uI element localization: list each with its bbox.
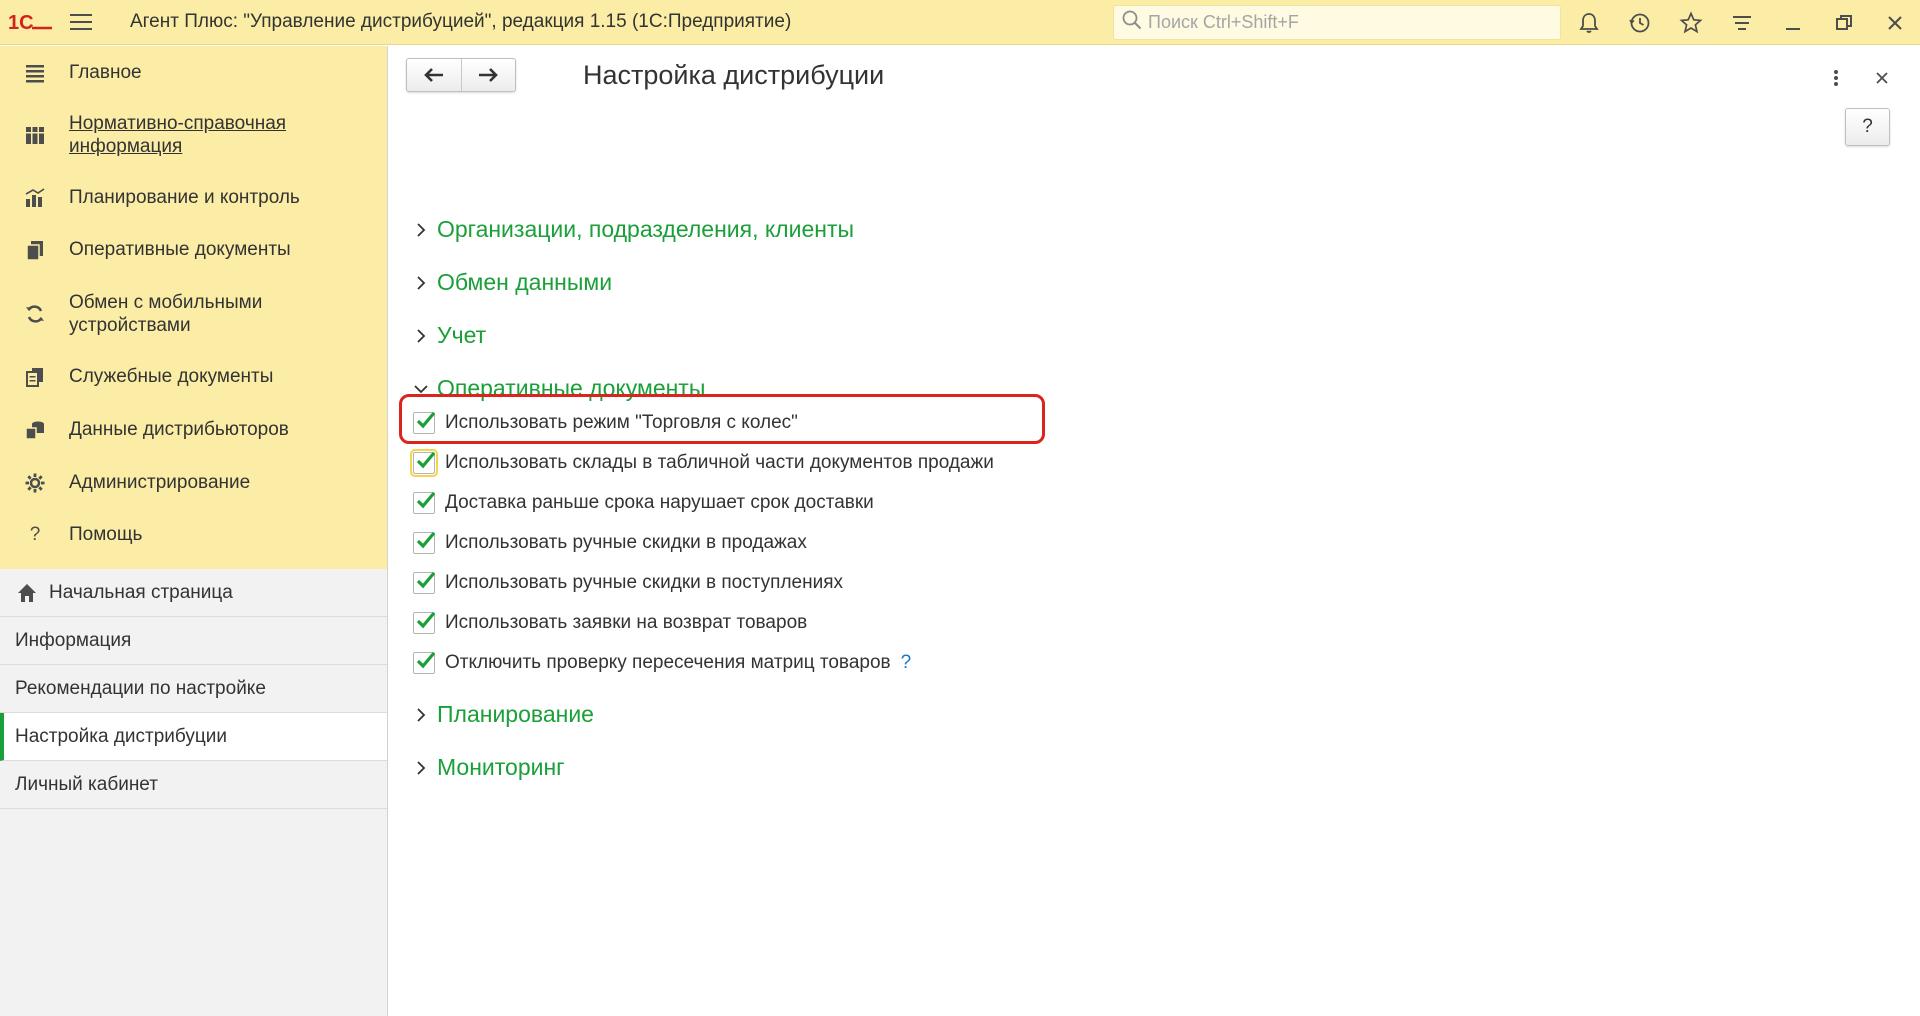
sections-menu: Главное Нормативно-справочная информация… [0, 46, 387, 569]
main-menu-icon[interactable] [62, 0, 100, 45]
sidebar-item-operational-documents[interactable]: Оперативные документы [0, 223, 387, 276]
distributor-data-icon [22, 417, 48, 443]
open-page-distribution-settings[interactable]: Настройка дистрибуции [0, 713, 387, 761]
checkbox[interactable] [413, 651, 436, 674]
sidebar-item-planning[interactable]: Планирование и контроль [0, 172, 387, 223]
section-operational-documents[interactable]: Оперативные документы [411, 375, 705, 402]
favorites-star-icon[interactable] [1665, 0, 1716, 45]
search-input[interactable] [1148, 12, 1548, 33]
sidebar-item-distributor-data[interactable]: Данные дистрибьюторов [0, 403, 387, 456]
sidebar: Главное Нормативно-справочная информация… [0, 46, 388, 1016]
option-wheels-trading: Использовать режим "Торговля с колес" [411, 411, 798, 434]
open-pages-list: Начальная страница Информация Рекомендац… [0, 569, 387, 809]
chevron-right-icon [411, 273, 431, 293]
history-icon[interactable] [1614, 0, 1665, 45]
section-organizations[interactable]: Организации, подразделения, клиенты [411, 216, 854, 243]
help-button[interactable]: ? [1845, 108, 1890, 146]
option-manual-discounts-sales: Использовать ручные скидки в продажах [411, 531, 807, 554]
more-actions-icon[interactable] [1826, 66, 1846, 90]
close-form-icon[interactable] [1870, 66, 1894, 90]
open-page-personal-account[interactable]: Личный кабинет [0, 761, 387, 809]
chevron-right-icon [411, 220, 431, 240]
sidebar-item-mobile-exchange[interactable]: Обмен с мобильными устройствами [0, 276, 387, 351]
list-icon [22, 60, 48, 86]
option-early-delivery-violation: Доставка раньше срока нарушает срок дост… [411, 491, 874, 514]
option-disable-matrix-check: Отключить проверку пересечения матриц то… [411, 651, 912, 674]
section-monitoring[interactable]: Мониторинг [411, 754, 565, 781]
main-content: Настройка дистрибуции ? Организации, под… [389, 46, 1920, 1016]
checkbox[interactable] [413, 411, 436, 434]
sidebar-item-administration[interactable]: Администрирование [0, 456, 387, 509]
checkbox[interactable] [410, 449, 438, 477]
notifications-bell-icon[interactable] [1563, 0, 1614, 45]
1c-logo[interactable]: 1С [0, 0, 62, 45]
page-title: Настройка дистрибуции [583, 60, 885, 90]
restore-window-icon[interactable] [1818, 0, 1869, 45]
minimize-icon[interactable] [1767, 0, 1818, 45]
chevron-down-icon [411, 379, 431, 399]
section-accounting[interactable]: Учет [411, 322, 486, 349]
svg-text:1С: 1С [8, 12, 34, 32]
option-manual-discounts-receipts: Использовать ручные скидки в поступления… [411, 571, 843, 594]
search-box[interactable] [1113, 5, 1561, 40]
checkmark-icon [416, 571, 436, 589]
forward-button[interactable] [460, 59, 515, 91]
gear-icon [22, 470, 48, 496]
open-page-information[interactable]: Информация [0, 617, 387, 665]
sidebar-item-reference-info[interactable]: Нормативно-справочная информация [0, 97, 387, 172]
checkmark-icon [416, 451, 436, 469]
sidebar-item-help[interactable]: ? Помощь [0, 509, 387, 561]
navigation-buttons [406, 58, 516, 92]
settings-menu-icon[interactable] [1716, 0, 1767, 45]
chart-icon [22, 185, 48, 211]
sidebar-item-service-documents[interactable]: Служебные документы [0, 351, 387, 403]
close-window-icon[interactable] [1869, 0, 1920, 45]
checkmark-icon [416, 651, 436, 669]
service-documents-icon [22, 364, 48, 390]
chevron-right-icon [411, 705, 431, 725]
chevron-right-icon [411, 326, 431, 346]
search-icon [1122, 10, 1142, 35]
catalog-icon [22, 122, 48, 148]
documents-icon [22, 237, 48, 263]
arrow-left-icon [424, 68, 443, 82]
checkbox[interactable] [413, 611, 436, 634]
option-return-requests: Использовать заявки на возврат товаров [411, 611, 807, 634]
arrow-right-icon [479, 68, 499, 82]
open-page-home[interactable]: Начальная страница [0, 569, 387, 617]
open-page-setup-recommendations[interactable]: Рекомендации по настройке [0, 665, 387, 713]
checkmark-icon [416, 611, 436, 629]
home-icon [18, 583, 36, 602]
top-bar: 1С Агент Плюс: "Управление дистрибуцией"… [0, 0, 1920, 45]
checkbox[interactable] [413, 531, 436, 554]
checkbox[interactable] [413, 491, 436, 514]
back-button[interactable] [407, 59, 461, 91]
option-warehouses-in-sales-docs: Использовать склады в табличной части до… [410, 449, 994, 477]
tooltip-question-icon[interactable]: ? [901, 652, 912, 674]
checkbox[interactable] [413, 571, 436, 594]
section-data-exchange[interactable]: Обмен данными [411, 269, 612, 296]
checkmark-icon [416, 411, 436, 429]
sidebar-item-main[interactable]: Главное [0, 48, 387, 97]
sync-icon [22, 301, 48, 327]
checkmark-icon [416, 531, 436, 549]
app-title: Агент Плюс: "Управление дистрибуцией", р… [130, 11, 792, 32]
chevron-right-icon [411, 758, 431, 778]
section-planning[interactable]: Планирование [411, 701, 594, 728]
question-icon: ? [29, 524, 41, 545]
checkmark-icon [416, 491, 436, 509]
